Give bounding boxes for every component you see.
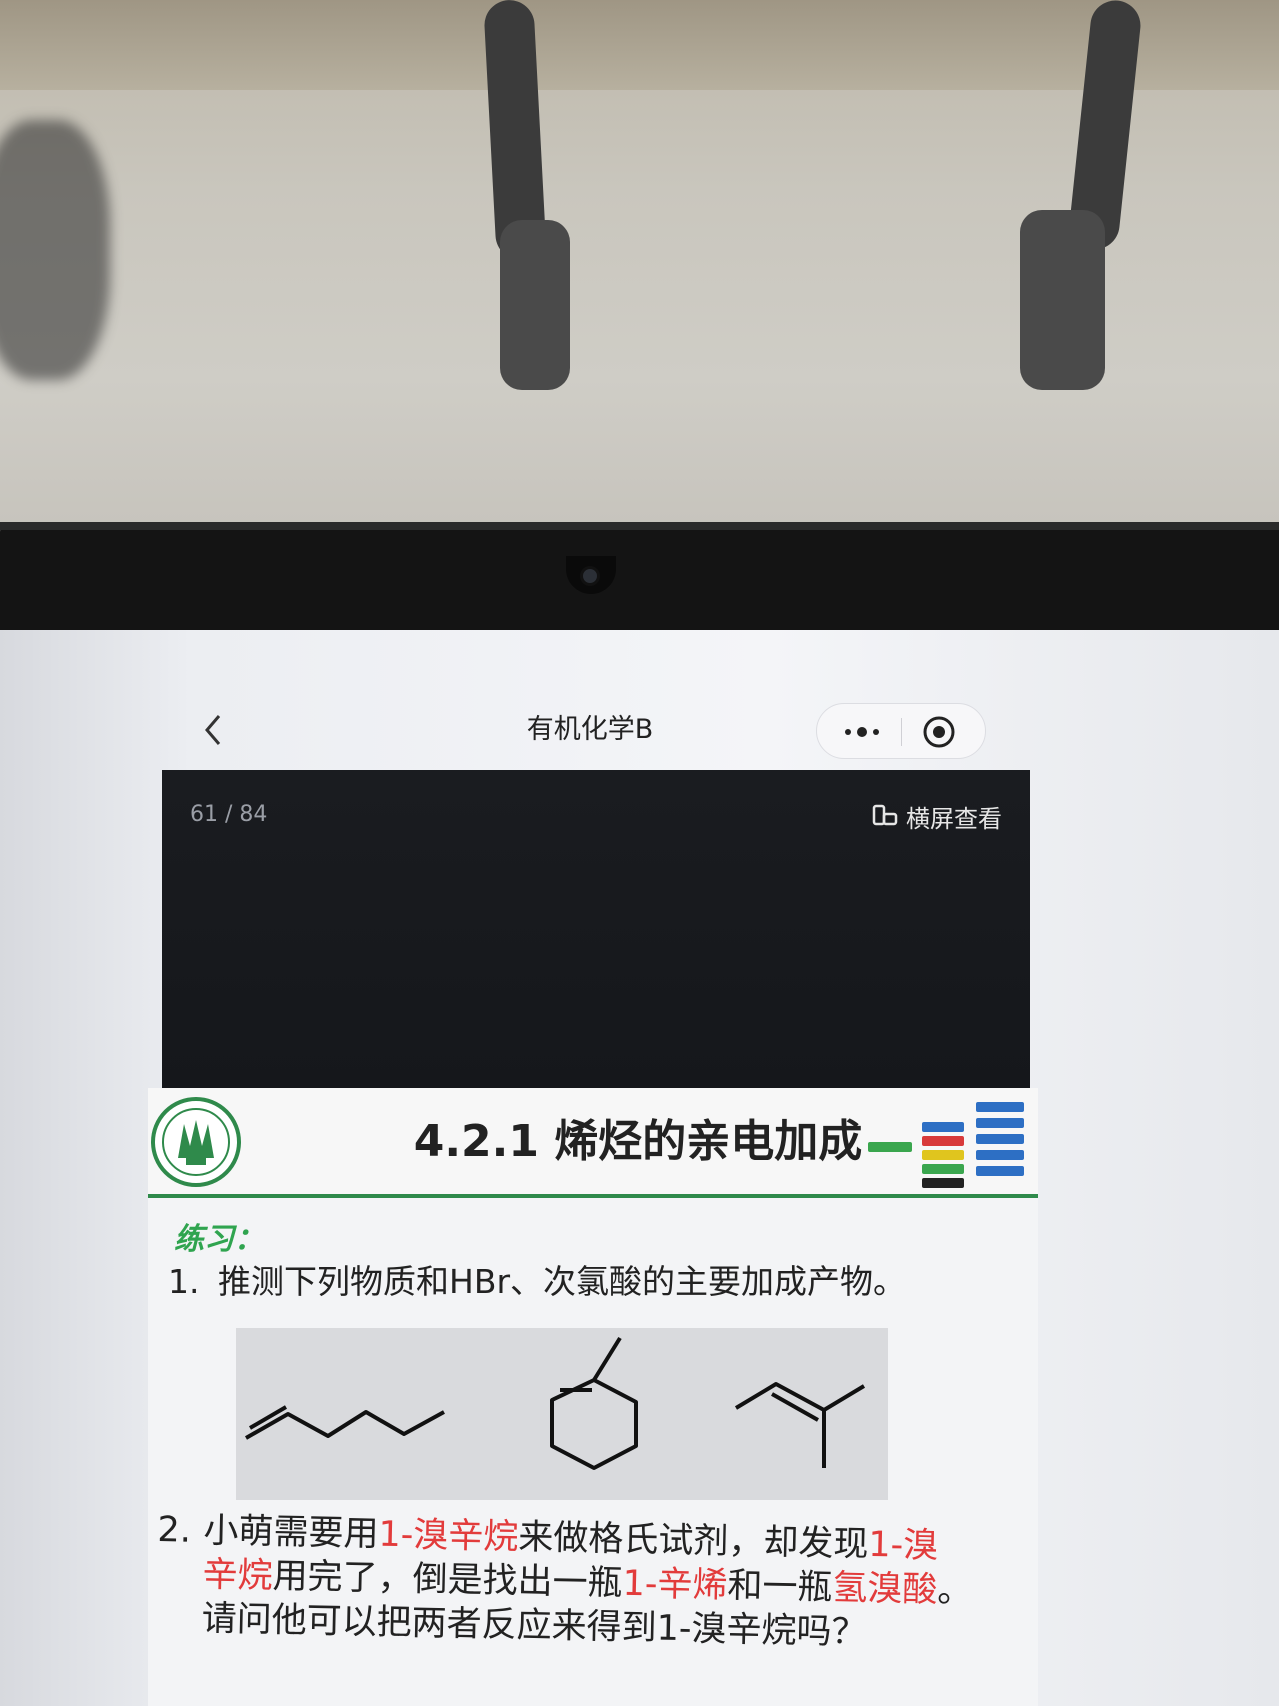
slide-header: 4.2.1 烯烃的亲电加成: [148, 1088, 1038, 1198]
q2-highlight: 1-辛烯: [622, 1563, 728, 1606]
tablet-edge: [0, 522, 1279, 530]
q2-highlight: 辛烷: [202, 1554, 274, 1597]
capsule-divider: [901, 718, 902, 746]
mind-map-node: [976, 1134, 1024, 1144]
mind-map-node: [922, 1122, 964, 1132]
chevron-left-icon: [205, 715, 221, 745]
chair-foot: [1020, 210, 1105, 390]
mind-map-node: [976, 1150, 1024, 1160]
rotate-screen-icon: [872, 804, 898, 826]
mind-map-node: [922, 1150, 964, 1160]
question-number: 2.: [157, 1509, 192, 1551]
more-dots-icon: [845, 727, 879, 737]
q2-text: 来做格氏试剂，却发现: [517, 1517, 869, 1565]
molecule-structures: [236, 1328, 888, 1500]
slide-title: 4.2.1 烯烃的亲电加成: [413, 1116, 863, 1167]
methylbutene-structure: [734, 1382, 866, 1468]
methylcyclohexene-structure: [550, 1336, 638, 1470]
question-text: 推测下列物质和HBr、次氯酸的主要加成产物。: [218, 1262, 907, 1301]
mind-map-thumbnail: [868, 1102, 1028, 1188]
page-counter: 61 / 84: [190, 802, 268, 827]
mind-map-node: [922, 1178, 964, 1188]
photo-background: [0, 0, 1279, 540]
landscape-view-button[interactable]: 横屏查看: [872, 798, 1002, 834]
q2-highlight: 氢溴酸: [832, 1568, 938, 1611]
exercise-label: 练习：: [174, 1222, 264, 1257]
question-1: 1. 推测下列物质和HBr、次氯酸的主要加成产物。: [168, 1260, 1008, 1304]
slide-viewer-header: 61 / 84 横屏查看: [162, 770, 1030, 1088]
app-screen: 有机化学B 61 / 84 横屏查看 4.2.1 烯烃的亲电加成 练习： 1. …: [0, 630, 1279, 1706]
mind-map-node: [922, 1164, 964, 1174]
q2-text: 小萌需要用: [203, 1510, 379, 1555]
q2-text: 。: [936, 1570, 973, 1612]
mind-map-node: [922, 1136, 964, 1146]
question-2: 2. 小萌需要用1-溴辛烷来做格氏试剂，却发现1-溴 辛烷用完了，倒是找出一瓶1-…: [155, 1508, 1018, 1658]
back-button[interactable]: [196, 710, 230, 750]
q2-text: 和一瓶: [727, 1565, 833, 1609]
question-number: 1.: [168, 1262, 200, 1301]
hexene-structure: [245, 1405, 445, 1440]
mind-map-node: [868, 1142, 912, 1152]
landscape-view-label: 横屏查看: [906, 804, 1002, 833]
chair-foot: [500, 220, 570, 390]
q2-text: 用完了，倒是找出一瓶: [272, 1556, 623, 1604]
mind-map-node: [976, 1166, 1024, 1176]
slide-content: 4.2.1 烯烃的亲电加成 练习： 1. 推测下列物质和HBr、次氯酸的主要加成产…: [148, 1088, 1038, 1706]
mind-map-node: [976, 1102, 1024, 1112]
mini-program-capsule: [816, 703, 986, 759]
q2-highlight: 1-溴辛烷: [378, 1514, 519, 1558]
more-button[interactable]: [835, 718, 889, 746]
mind-map-node: [976, 1118, 1024, 1128]
camera-lens: [580, 566, 600, 586]
university-logo: [151, 1097, 241, 1187]
q2-highlight: 1-溴: [867, 1524, 939, 1567]
target-icon: [923, 716, 955, 748]
close-mini-program-button[interactable]: [921, 714, 957, 750]
shadow: [0, 120, 110, 380]
page-title: 有机化学B: [526, 714, 654, 745]
